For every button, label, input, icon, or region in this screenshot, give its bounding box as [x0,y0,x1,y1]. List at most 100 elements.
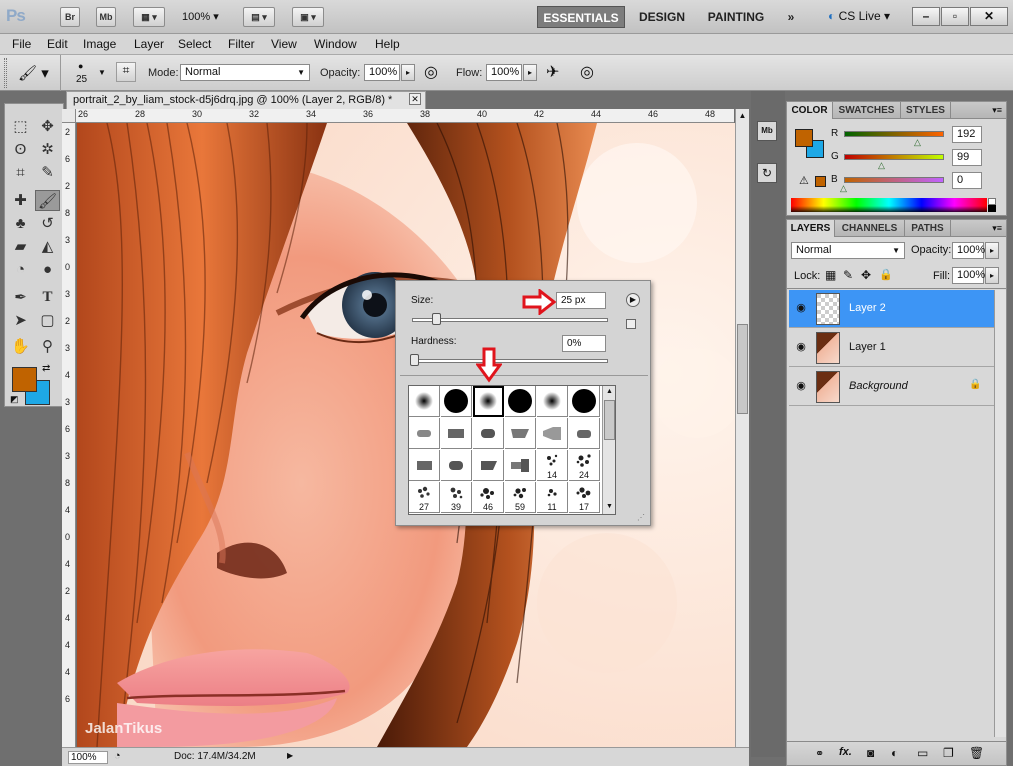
lock-position-icon[interactable]: ✥ [861,268,871,282]
b-slider-thumb-icon[interactable]: △ [840,183,847,194]
type-tool-icon[interactable]: T [35,287,60,308]
brush-preset-soft-medium[interactable] [537,386,568,417]
crop-tool-icon[interactable]: ⌗ [8,162,33,183]
r-input[interactable]: 192 [952,126,982,143]
brush-preset-hard-large-3[interactable] [569,386,600,417]
fill-slider-button[interactable]: ▸ [985,267,999,284]
size-slider-track[interactable] [412,318,608,322]
lasso-tool-icon[interactable]: ʘ [8,139,33,160]
brush-preset-picker[interactable]: ● 25 ▼ [70,58,110,88]
airbrush-icon[interactable]: ✈ [546,62,559,82]
lock-pixels-icon[interactable]: ✎ [843,268,853,282]
size-slider-thumb[interactable] [431,313,441,325]
g-slider[interactable] [844,154,944,160]
panel-menu-icon[interactable]: ▾≡ [992,105,1002,116]
hardness-slider-track[interactable] [412,359,608,363]
tab-layers[interactable]: LAYERS [787,220,835,237]
mode-select[interactable]: Normal ▼ [180,64,310,81]
paint-bucket-tool-icon[interactable]: ◭ [35,236,60,257]
minibridge-panel-icon[interactable]: Mb [757,121,777,141]
g-slider-thumb-icon[interactable]: △ [878,160,885,171]
layer-row-background[interactable]: ◉ Background 🔒 [789,368,994,406]
black-swatch[interactable] [988,205,996,212]
foreground-color-swatch[interactable] [12,367,37,392]
opacity-input[interactable]: 100% [364,64,400,81]
menu-select[interactable]: Select [178,37,211,51]
layers-scrollbar[interactable] [994,290,1006,737]
maximize-button[interactable]: ▫ [941,7,969,26]
flow-input[interactable]: 100% [486,64,522,81]
pen-tool-icon[interactable]: ✒ [8,287,33,308]
brush-preset-soft-selected[interactable] [473,386,504,417]
close-button[interactable]: ✕ [970,7,1008,26]
delete-layer-icon[interactable]: 🗑 [969,746,984,760]
b-input[interactable]: 0 [952,172,982,189]
scroll-down-arrow-icon[interactable]: ▼ [603,501,615,513]
clone-stamp-tool-icon[interactable]: ♣ [8,213,33,234]
visibility-eye-icon[interactable]: ◉ [794,341,808,353]
brush-preset-tip-4[interactable] [505,418,536,449]
fill-input[interactable]: 100% [952,267,985,284]
gamut-warning-icon[interactable]: ⚠ [799,174,809,187]
document-tab[interactable]: portrait_2_by_liam_stock-d5j6drq.jpg @ 1… [66,91,426,109]
status-menu-arrow-icon[interactable]: ▶ [287,751,293,760]
menu-window[interactable]: Window [314,37,357,51]
brush-preset-tip-2[interactable] [441,418,472,449]
workspace-essentials[interactable]: ESSENTIALS [537,6,625,28]
pressure-size-icon[interactable]: ◎ [580,62,594,82]
eyedropper-tool-icon[interactable]: ✎ [35,162,60,183]
close-document-icon[interactable]: ✕ [409,93,421,105]
menu-layer[interactable]: Layer [134,37,164,51]
new-group-icon[interactable]: ▭ [917,746,928,760]
tab-paths[interactable]: PATHS [905,220,951,237]
scroll-up-arrow-icon[interactable]: ▲ [603,386,615,398]
path-selection-tool-icon[interactable]: ➤ [8,310,33,331]
brush-preset-scatter-59[interactable]: 59 [505,482,536,513]
link-layers-icon[interactable]: ⚭ [815,747,824,760]
default-colors-icon[interactable]: ◩ [10,394,19,405]
new-layer-icon[interactable]: ❐ [943,746,954,760]
blur-tool-icon[interactable]: ◔ [8,259,33,280]
tab-swatches[interactable]: SWATCHES [833,102,901,119]
status-zoom-input[interactable]: 100% [68,751,108,764]
brush-preset-tip-5[interactable] [537,418,568,449]
brush-preset-tip-3[interactable] [473,418,504,449]
cs-live-button[interactable]: ◐ CS Live ▾ [828,9,890,23]
history-panel-icon[interactable]: ↻ [757,163,777,183]
menu-edit[interactable]: Edit [47,37,68,51]
brush-preset-soft-small[interactable] [409,386,440,417]
brush-preset-scatter-14[interactable]: 14 [537,450,568,481]
brush-preset-scatter-24[interactable]: 24 [569,450,600,481]
popup-menu-icon[interactable]: ▶ [626,293,640,307]
magic-wand-tool-icon[interactable]: ✲ [35,139,60,160]
visibility-eye-icon[interactable]: ◉ [794,302,808,314]
dodge-tool-icon[interactable]: ● [35,259,60,280]
scroll-thumb[interactable] [737,324,748,414]
brush-panel-toggle-icon[interactable]: ⌗ [116,62,136,82]
brush-preset-tip-1[interactable] [409,418,440,449]
layer-row-layer-2[interactable]: ◉ Layer 2 [789,290,994,328]
eraser-tool-icon[interactable]: ▰ [8,236,33,257]
brush-preset-tip-9[interactable] [473,450,504,481]
tab-channels[interactable]: CHANNELS [835,220,905,237]
menu-filter[interactable]: Filter [228,37,255,51]
brush-preset-hard-large-2[interactable] [505,386,536,417]
panel-foreground-swatch[interactable] [795,129,813,147]
lock-all-icon[interactable]: 🔒 [879,268,893,281]
pressure-opacity-icon[interactable]: ◎ [424,62,438,82]
r-slider-thumb-icon[interactable]: △ [914,137,921,148]
arrange-documents-button[interactable]: ▤ ▾ [243,7,275,27]
brush-preset-scatter-11[interactable]: 11 [537,482,568,513]
tab-color[interactable]: COLOR [787,102,833,119]
brush-preset-scatter-46[interactable]: 46 [473,482,504,513]
hand-tool-icon[interactable]: ✋ [8,336,33,357]
brush-preset-scatter-27[interactable]: 27 [409,482,440,513]
layer-opacity-slider-button[interactable]: ▸ [985,242,999,259]
zoom-level[interactable]: 100% ▾ [182,10,219,23]
layer-opacity-input[interactable]: 100% [952,242,985,259]
view-extras-button[interactable]: ▦ ▾ [133,7,165,27]
preset-grid-scrollbar[interactable]: ▲ ▼ [602,386,615,514]
add-mask-icon[interactable]: ◙ [867,746,874,760]
move-tool-icon[interactable]: ✥ [35,116,60,137]
more-workspaces-button[interactable]: » [780,6,802,28]
